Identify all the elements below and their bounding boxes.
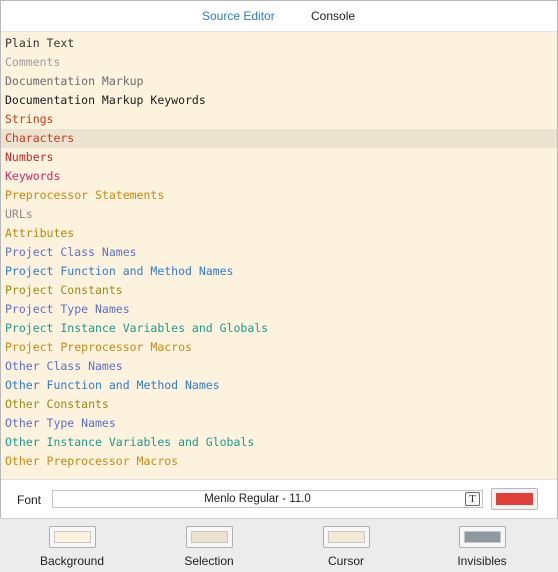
syntax-item-row[interactable]: Documentation Markup Keywords <box>1 91 557 110</box>
syntax-item-row[interactable]: Project Function and Method Names <box>1 262 557 281</box>
syntax-item-row[interactable]: Other Class Names <box>1 357 557 376</box>
syntax-item-row[interactable]: Attributes <box>1 224 557 243</box>
cursor-color-well[interactable] <box>322 526 370 548</box>
font-picker-icon[interactable]: T <box>465 492 480 506</box>
cursor-label: Cursor <box>327 554 364 568</box>
syntax-item-row[interactable]: Strings <box>1 110 557 129</box>
theme-editor-panel: Source Editor Console Plain Text Comments… <box>0 0 558 519</box>
syntax-item-row[interactable]: Project Instance Variables and Globals <box>1 319 557 338</box>
syntax-item-row[interactable]: Other Constants <box>1 395 557 414</box>
selection-color-well[interactable] <box>185 526 233 548</box>
syntax-item-row[interactable]: Project Class Names <box>1 243 557 262</box>
background-color-well[interactable] <box>48 526 96 548</box>
syntax-item-row[interactable]: Other Type Names <box>1 414 557 433</box>
font-field[interactable]: Menlo Regular - 11.0 T <box>52 490 483 508</box>
invisibles-color-fill <box>463 531 501 543</box>
invisibles-swatch[interactable]: Invisibles <box>436 526 528 568</box>
syntax-item-row[interactable]: Characters <box>1 129 557 148</box>
tab-console[interactable]: Console <box>311 9 355 23</box>
font-bar: Font Menlo Regular - 11.0 T <box>1 479 557 519</box>
font-color-fill <box>496 493 533 505</box>
syntax-item-row[interactable]: Project Preprocessor Macros <box>1 338 557 357</box>
syntax-item-row[interactable]: Preprocessor Statements <box>1 186 557 205</box>
selection-label: Selection <box>184 554 234 568</box>
syntax-item-row[interactable]: Comments <box>1 53 557 72</box>
font-value: Menlo Regular - 11.0 <box>204 493 311 505</box>
font-color-well[interactable] <box>491 488 538 510</box>
color-swatch-bar: Background Selection Cursor Invisibles <box>0 518 558 572</box>
syntax-item-row[interactable]: URLs <box>1 205 557 224</box>
font-label: Font <box>17 493 42 507</box>
syntax-item-row[interactable]: Project Type Names <box>1 300 557 319</box>
cursor-swatch[interactable]: Cursor <box>300 526 392 568</box>
syntax-item-row[interactable]: Keywords <box>1 167 557 186</box>
cursor-color-fill <box>327 531 365 543</box>
syntax-item-row[interactable]: Documentation Markup <box>1 72 557 91</box>
syntax-item-row[interactable]: Other Instance Variables and Globals <box>1 433 557 452</box>
selection-color-fill <box>190 531 228 543</box>
syntax-item-row[interactable]: Other Function and Method Names <box>1 376 557 395</box>
syntax-item-row[interactable]: Project Constants <box>1 281 557 300</box>
syntax-item-row[interactable]: Other Preprocessor Macros <box>1 452 557 471</box>
tab-source-editor[interactable]: Source Editor <box>202 9 275 23</box>
selection-swatch[interactable]: Selection <box>163 526 255 568</box>
invisibles-color-well[interactable] <box>458 526 506 548</box>
tab-bar: Source Editor Console <box>1 1 557 31</box>
background-label: Background <box>39 554 105 568</box>
syntax-item-row[interactable]: Plain Text <box>1 34 557 53</box>
syntax-element-list: Plain Text Comments Documentation Markup Do… <box>1 31 557 479</box>
invisibles-label: Invisibles <box>457 554 507 568</box>
background-swatch[interactable]: Background <box>26 526 118 568</box>
background-color-fill <box>53 531 91 543</box>
syntax-item-row[interactable]: Numbers <box>1 148 557 167</box>
